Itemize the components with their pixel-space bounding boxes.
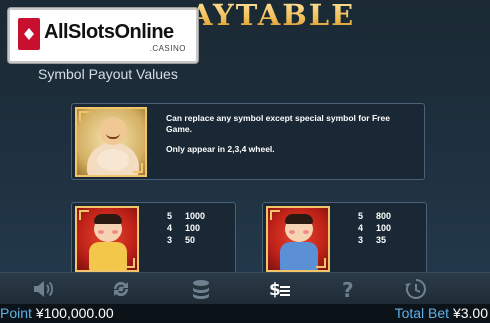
symbol-card-1: 5 1000 4 100 3 50: [71, 202, 236, 274]
payout-count: 4: [167, 223, 173, 233]
help-icon[interactable]: ?: [333, 277, 363, 301]
payout-row: 5 800: [358, 210, 426, 222]
payout-row: 3 35: [358, 234, 426, 246]
payout-amount: 50: [185, 235, 196, 245]
total-bet-label: Total Bet: [394, 305, 450, 321]
wild-rule-text: Can replace any symbol except special sy…: [166, 113, 390, 134]
payout-row: 4 100: [358, 222, 426, 234]
wild-description: Can replace any symbol except special sy…: [166, 113, 416, 164]
payout-count: 5: [167, 211, 173, 221]
game-toolbar: $ ?: [0, 272, 490, 304]
svg-text:?: ?: [342, 278, 354, 300]
speaker-icon[interactable]: [28, 277, 58, 301]
payout-amount: 1000: [185, 211, 206, 221]
paytable-icon[interactable]: $: [264, 277, 294, 301]
payout-amount: 35: [376, 235, 387, 245]
boy-symbol-icon: [75, 206, 139, 272]
point-value: ¥100,000.00: [35, 305, 114, 321]
page-title: AYTABLE: [190, 0, 355, 36]
svg-text:$: $: [269, 280, 281, 300]
payout-row: 3 50: [167, 234, 235, 246]
status-bar: Point ¥100,000.00 Total Bet ¥3.00: [0, 304, 490, 323]
total-bet-value: ¥3.00: [452, 305, 488, 321]
point-label: Point: [0, 305, 32, 321]
watermark-logo: AllSlotsOnline .CASINO: [8, 8, 198, 63]
payout-row: 5 1000: [167, 210, 235, 222]
payout-amount: 100: [376, 223, 392, 233]
payout-count: 4: [358, 223, 364, 233]
total-bet: Total Bet ¥3.00: [395, 304, 488, 323]
buddha-symbol-icon: [75, 107, 147, 177]
autoplay-icon[interactable]: [106, 277, 136, 301]
payout-table: 5 1000 4 100 3 50: [167, 210, 235, 246]
point-balance: Point ¥100,000.00: [0, 304, 114, 323]
payout-amount: 800: [376, 211, 392, 221]
payout-count: 5: [358, 211, 364, 221]
watermark-brand: AllSlotsOnline: [44, 21, 174, 43]
section-heading: Symbol Payout Values: [38, 66, 178, 82]
paytable-screen: AYTABLE AllSlotsOnline .CASINO Symbol Pa…: [0, 0, 490, 274]
history-icon[interactable]: [401, 277, 431, 301]
symbol-card-2: 5 800 4 100 3 35: [262, 202, 427, 274]
payout-amount: 100: [185, 223, 201, 233]
payout-count: 3: [167, 235, 173, 245]
watermark-sub: .CASINO: [149, 44, 186, 53]
girl-symbol-icon: [266, 206, 330, 272]
wild-wheel-text: Only appear in 2,3,4 wheel.: [166, 144, 275, 154]
payout-count: 3: [358, 235, 364, 245]
payout-table: 5 800 4 100 3 35: [358, 210, 426, 246]
ace-card-icon: [18, 18, 40, 50]
coins-icon[interactable]: [186, 277, 216, 301]
payout-row: 4 100: [167, 222, 235, 234]
wild-symbol-card: Can replace any symbol except special sy…: [71, 103, 425, 180]
